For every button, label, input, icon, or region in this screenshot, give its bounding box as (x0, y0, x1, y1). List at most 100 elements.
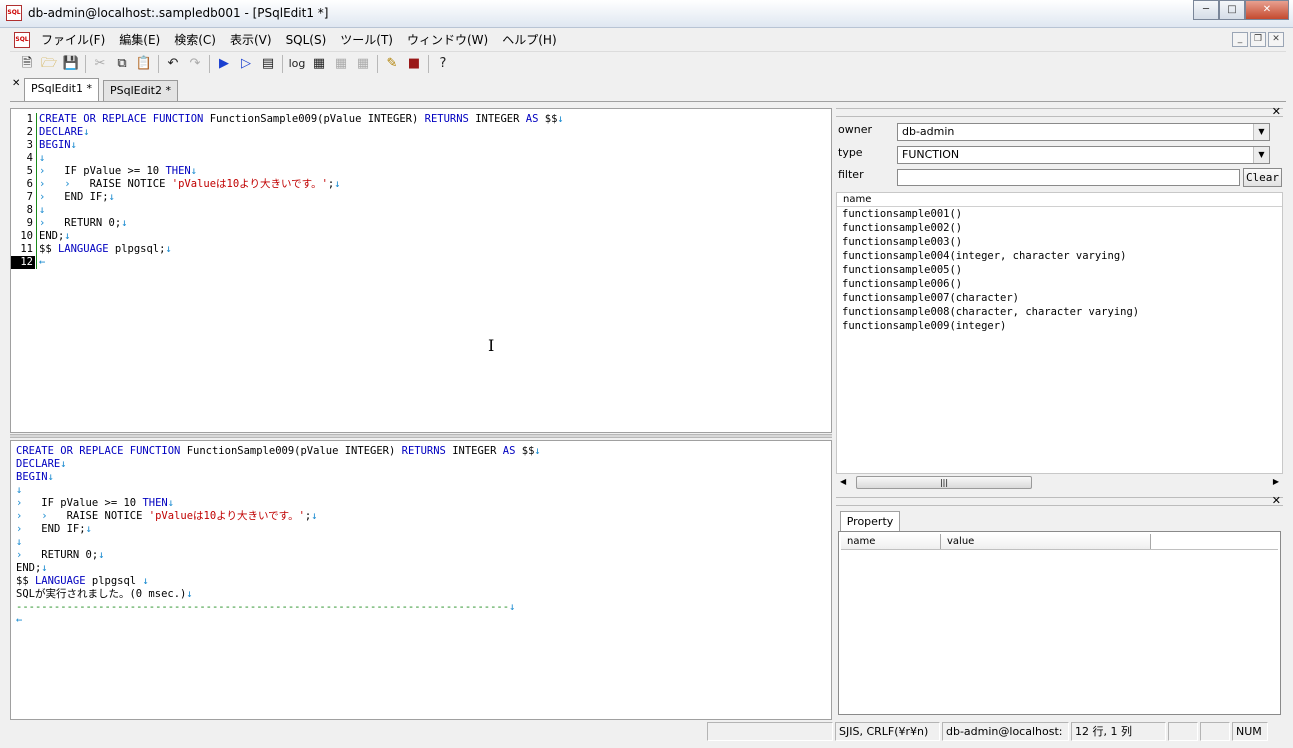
list-item[interactable]: functionsample008(character, character v… (837, 305, 1282, 319)
editor-line[interactable]: 4 ↓ (11, 152, 831, 165)
cut-icon[interactable]: ✂ (89, 53, 111, 75)
type-label: type (838, 146, 863, 159)
panel-grip[interactable]: ✕ (836, 494, 1283, 507)
editor-line[interactable]: 11 $$ LANGUAGE plpgsql;↓ (11, 243, 831, 256)
close-button[interactable]: ✕ (1245, 0, 1289, 20)
mdi-close-button[interactable]: ✕ (1268, 32, 1284, 47)
owner-select[interactable]: db-admin ▼ (897, 123, 1270, 141)
menu-sql[interactable]: SQL(S) (279, 30, 334, 50)
editor-line[interactable]: 6 › › RAISE NOTICE 'pValueは10より大きいです。';↓ (11, 178, 831, 191)
toolbar: 🗎 🗁 💾 ✂ ⧉ 📋 ↶ ↷ ▶ ▷ ▤ log ▦ ▦ ▦ ✎ ■ ? (10, 51, 1286, 75)
save-icon[interactable]: 💾 (60, 53, 82, 75)
menu-view[interactable]: 表示(V) (223, 30, 279, 50)
filter-label: filter (838, 168, 864, 181)
editor-line[interactable]: 3 BEGIN↓ (11, 139, 831, 152)
grid-alt2-icon[interactable]: ▦ (352, 53, 374, 75)
undo-icon[interactable]: ↶ (162, 53, 184, 75)
code-token: $$ (16, 575, 35, 587)
list-item[interactable]: functionsample001() (837, 207, 1282, 221)
editor-line[interactable]: 1 CREATE OR REPLACE FUNCTION FunctionSamp… (11, 113, 831, 126)
list-item[interactable]: functionsample006() (837, 277, 1282, 291)
type-select[interactable]: FUNCTION ▼ (897, 146, 1270, 164)
pencil-icon[interactable]: ✎ (381, 53, 403, 75)
code-token: RETURNS (401, 445, 453, 457)
panel-close-icon[interactable]: ✕ (1272, 494, 1281, 507)
menu-help[interactable]: ヘルプ(H) (495, 30, 563, 50)
chevron-down-icon[interactable]: ▼ (1253, 147, 1269, 163)
filter-input[interactable] (897, 169, 1240, 186)
redo-icon[interactable]: ↷ (184, 53, 206, 75)
editor-splitter[interactable] (10, 434, 832, 438)
mdi-restore-button[interactable]: ❐ (1250, 32, 1266, 47)
editor-line[interactable]: 8 ↓ (11, 204, 831, 217)
result-line: › › RAISE NOTICE 'pValueは10より大きいです。';↓ (16, 510, 831, 523)
list-item[interactable]: functionsample004(integer, character var… (837, 249, 1282, 263)
line-number: 7 (26, 191, 33, 203)
property-grid[interactable]: name value (838, 531, 1281, 715)
tab-psqledit2[interactable]: PSqlEdit2 * (103, 80, 178, 101)
explain-icon[interactable]: ▤ (257, 53, 279, 75)
clear-button[interactable]: Clear (1243, 168, 1282, 187)
result-output[interactable]: CREATE OR REPLACE FUNCTION FunctionSampl… (10, 440, 832, 720)
close-tab-icon[interactable]: ✕ (12, 78, 20, 89)
line-number: 9 (26, 217, 33, 229)
run-step-icon[interactable]: ▷ (235, 53, 257, 75)
document-sql-icon[interactable]: SQL (14, 32, 30, 48)
list-item[interactable]: functionsample002() (837, 221, 1282, 235)
menu-search[interactable]: 検索(C) (167, 30, 223, 50)
grid-icon[interactable]: ▦ (308, 53, 330, 75)
property-col-name[interactable]: name (841, 534, 941, 549)
scroll-left-icon[interactable]: ◀ (840, 477, 846, 486)
list-column-header[interactable]: name (837, 193, 1282, 207)
property-col-value[interactable]: value (941, 534, 1151, 549)
code-token: ← (16, 614, 23, 626)
help-icon[interactable]: ? (432, 53, 454, 75)
open-folder-icon[interactable]: 🗁 (38, 53, 60, 75)
new-file-icon[interactable]: 🗎 (16, 53, 38, 75)
scroll-thumb[interactable]: ||| (856, 476, 1032, 489)
object-list[interactable]: name functionsample001() functionsample00… (836, 192, 1283, 474)
editor-line[interactable]: 10 END;↓ (11, 230, 831, 243)
list-item[interactable]: functionsample009(integer) (837, 319, 1282, 333)
mdi-minimize-button[interactable]: _ (1232, 32, 1248, 47)
panel-close-icon[interactable]: ✕ (1272, 105, 1281, 118)
object-browser-panel: ✕ owner db-admin ▼ type FUNCTION ▼ filter … (836, 105, 1283, 493)
list-item[interactable]: functionsample003() (837, 235, 1282, 249)
editor-line[interactable]: 12 ← (11, 256, 831, 269)
minimize-button[interactable]: ─ (1193, 0, 1219, 20)
editor-line[interactable]: 5 › IF pValue >= 10 THEN↓ (11, 165, 831, 178)
editor-line[interactable]: 9 › RETURN 0;↓ (11, 217, 831, 230)
panel-grip[interactable]: ✕ (836, 105, 1283, 118)
code-token: › (16, 549, 42, 561)
horizontal-scrollbar[interactable]: ◀ ||| ▶ (836, 475, 1283, 491)
status-empty (1168, 722, 1198, 741)
menu-file[interactable]: ファイル(F) (34, 30, 112, 50)
log-icon[interactable]: log (286, 53, 308, 75)
book-icon[interactable]: ■ (403, 53, 425, 75)
code-token: ↓ (64, 230, 71, 242)
code-token: IF pValue >= 10 (41, 497, 143, 509)
toolbar-separator (282, 54, 283, 73)
sql-editor[interactable]: 1 CREATE OR REPLACE FUNCTION FunctionSamp… (10, 108, 832, 433)
grid-alt-icon[interactable]: ▦ (330, 53, 352, 75)
menu-window[interactable]: ウィンドウ(W) (400, 30, 495, 50)
editor-line[interactable]: 2 DECLARE↓ (11, 126, 831, 139)
menu-edit[interactable]: 編集(E) (112, 30, 167, 50)
editor-line[interactable]: 7 › END IF;↓ (11, 191, 831, 204)
code-token: ↓ (16, 536, 23, 548)
scroll-right-icon[interactable]: ▶ (1273, 477, 1279, 486)
paste-icon[interactable]: 📋 (133, 53, 155, 75)
result-line: › END IF;↓ (16, 523, 831, 536)
run-icon[interactable]: ▶ (213, 53, 235, 75)
code-token: INTEGER (452, 445, 503, 457)
list-item[interactable]: functionsample005() (837, 263, 1282, 277)
tab-psqledit1[interactable]: PSqlEdit1 * (24, 78, 99, 101)
chevron-down-icon[interactable]: ▼ (1253, 124, 1269, 140)
title-bar: SQL db-admin@localhost:.sampledb001 - [P… (0, 0, 1293, 28)
tab-property[interactable]: Property (840, 511, 900, 532)
menu-tools[interactable]: ツール(T) (333, 30, 400, 50)
copy-icon[interactable]: ⧉ (111, 53, 133, 75)
maximize-button[interactable]: □ (1219, 0, 1245, 20)
code-token: ← (39, 256, 46, 268)
list-item[interactable]: functionsample007(character) (837, 291, 1282, 305)
